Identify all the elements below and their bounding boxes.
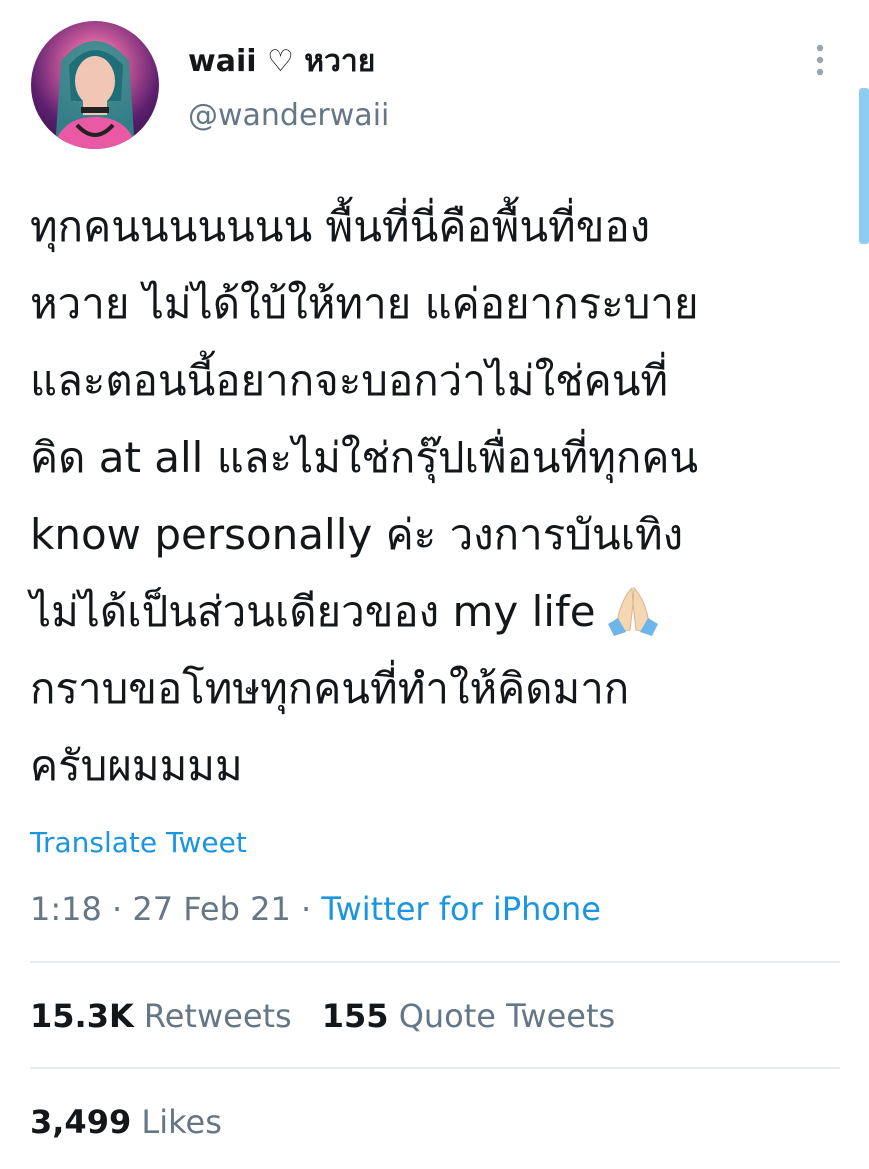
tweet-text: ทุกคนนนนนนน พื้นที่นี่คือพื้นที่ของ หวาย… <box>30 188 842 804</box>
quote-tweets-count: 155 <box>321 997 389 1035</box>
avatar[interactable] <box>31 21 159 149</box>
more-options-icon[interactable] <box>812 44 828 78</box>
likes-stat[interactable]: 3,499 Likes <box>30 1103 222 1141</box>
quote-tweets-label: Quote Tweets <box>398 997 616 1035</box>
folded-hands-emoji <box>607 586 658 636</box>
divider <box>30 1067 840 1069</box>
tweet-text-end: กราบขอโทษทุกคนที่ทำให้คิดมาก ครับผมมมม <box>30 664 630 790</box>
tweet-meta: 1:18 · 27 Feb 21 · Twitter for iPhone <box>30 890 601 928</box>
retweets-label: Retweets <box>143 997 292 1035</box>
retweets-stat[interactable]: 15.3K Retweets <box>30 997 292 1035</box>
retweet-stats: 15.3K Retweets 155 Quote Tweets <box>30 997 615 1035</box>
retweets-count: 15.3K <box>30 997 134 1035</box>
tweet-source-link[interactable]: Twitter for iPhone <box>321 890 601 928</box>
user-handle[interactable]: @wanderwaii <box>188 98 389 133</box>
meta-separator: · <box>290 890 322 928</box>
tweet-date[interactable]: 27 Feb 21 <box>132 890 290 928</box>
tweet-text-main: ทุกคนนนนนนน พื้นที่นี่คือพื้นที่ของ หวาย… <box>30 202 699 636</box>
likes-stats: 3,499 Likes <box>30 1103 222 1141</box>
quote-tweets-stat[interactable]: 155 Quote Tweets <box>322 997 615 1035</box>
tweet-time[interactable]: 1:18 <box>30 890 102 928</box>
avatar-image <box>53 41 137 149</box>
translate-tweet-link[interactable]: Translate Tweet <box>30 826 247 859</box>
likes-count: 3,499 <box>30 1103 132 1141</box>
meta-separator: · <box>101 890 133 928</box>
scrollbar[interactable] <box>859 88 869 244</box>
display-name[interactable]: waii ♡ หวาย <box>188 38 375 85</box>
likes-label: Likes <box>141 1103 222 1141</box>
divider <box>30 961 840 963</box>
